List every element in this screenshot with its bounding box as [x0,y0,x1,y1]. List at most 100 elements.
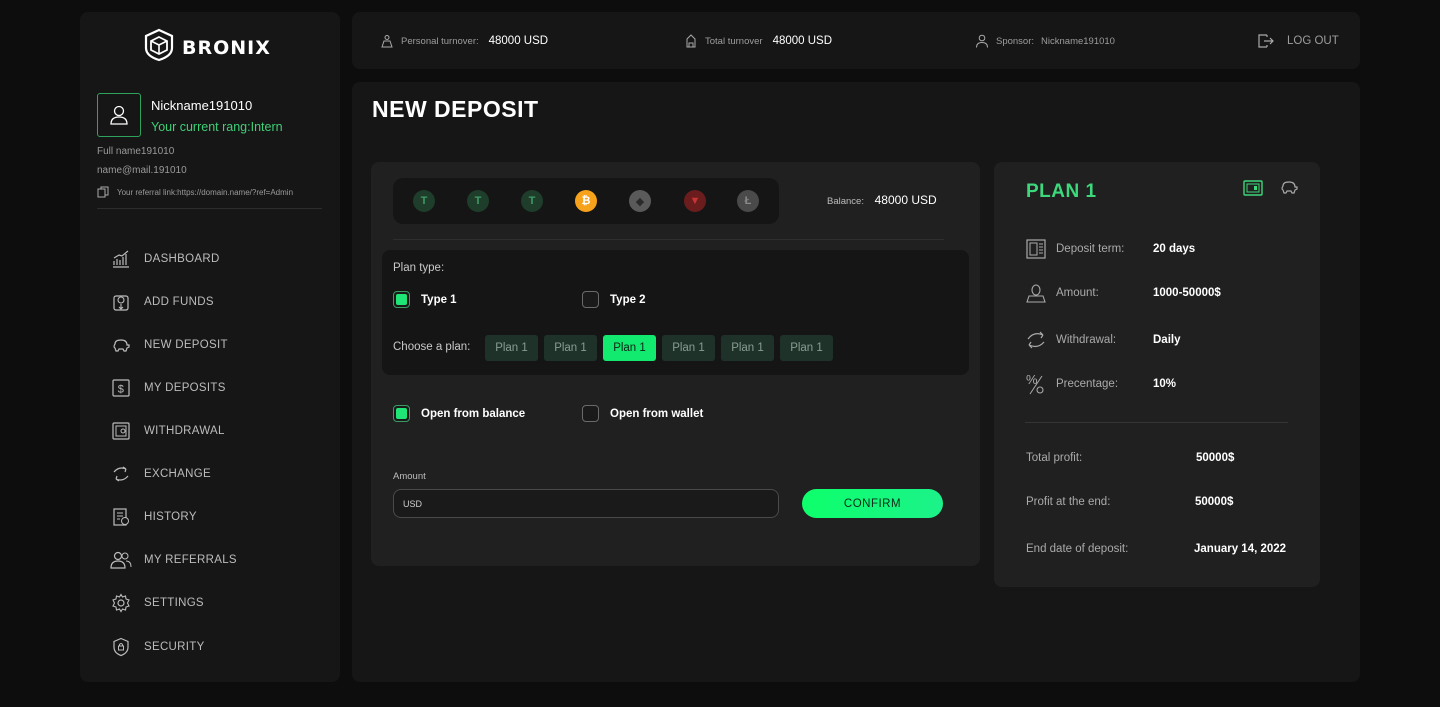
plan-title: PLAN 1 [1026,181,1097,202]
sponsor-label: Sponsor: [996,35,1035,47]
sidebar-item-dashboard[interactable]: DASHBOARD [110,248,220,270]
logout-button[interactable]: LOG OUT [1256,32,1339,50]
checkbox-unchecked[interactable] [582,291,599,308]
wallet-add-icon [110,291,132,313]
personal-turnover-label: Personal turnover: [401,35,479,47]
logo[interactable]: BRONIX [142,28,271,67]
sidebar-item-my-deposits[interactable]: $ MY DEPOSITS [110,377,226,399]
tether-erc-icon[interactable]: T [521,190,543,212]
total-profit-value: 50000$ [1196,452,1235,464]
page-title: NEW DEPOSIT [372,96,539,122]
type1-label: Type 1 [421,293,457,306]
user-icon [976,34,988,48]
balance-value: 48000 USD [874,193,937,207]
sidebar-item-label: DASHBOARD [144,253,220,265]
personal-turnover: Personal turnover: 48000 USD [380,34,548,48]
divider [1025,422,1288,423]
ethereum-icon[interactable]: ◆ [629,190,651,212]
tether-trc-icon[interactable]: T [467,190,489,212]
withdrawal-label: Withdrawal: [1056,334,1117,346]
users-icon [110,549,132,571]
sidebar-item-settings[interactable]: SETTINGS [110,592,204,614]
shield-icon [110,636,132,658]
open-from-balance-label: Open from balance [421,407,526,420]
copy-icon[interactable] [97,186,109,198]
sidebar-item-label: NEW DEPOSIT [144,339,228,351]
checkbox-unchecked[interactable] [582,405,599,422]
plan-button[interactable]: Plan 1 [721,335,774,361]
referral-link-text: Your referral link:https://domain.name/?… [117,187,294,197]
plan-button[interactable]: Plan 1 [780,335,833,361]
logout-label: LOG OUT [1287,35,1339,47]
total-turnover: Total turnover 48000 USD [684,34,832,48]
wallet-icon[interactable] [1243,179,1263,202]
percentage-row: % Precentage: 10% [1024,372,1176,396]
profile-nickname: Nickname191010 [151,98,253,113]
confirm-button[interactable]: CONFIRM [802,489,943,518]
deposit-term-value: 20 days [1153,243,1196,255]
chart-icon [110,248,132,270]
plan-button[interactable]: Plan 1 [544,335,597,361]
sidebar-item-label: MY DEPOSITS [144,382,226,394]
piggy-bank-icon[interactable] [1279,177,1299,202]
plan-details-card: PLAN 1 Deposit term: 20 days Amount: 100… [994,162,1320,587]
percentage-label: Precentage: [1056,378,1119,390]
end-date-value: January 14, 2022 [1194,543,1287,555]
total-turnover-value: 48000 USD [772,35,833,47]
plan-button-active[interactable]: Plan 1 [603,335,656,361]
type2-checkbox[interactable]: Type 2 [582,291,646,308]
amount-label: Amount [393,471,426,482]
withdrawal-row: Withdrawal: Daily [1024,328,1181,352]
sidebar: BRONIX Nickname191010 Your current rang:… [80,12,340,682]
sponsor: Sponsor: Nickname191010 [975,34,1115,48]
amount-row: Amount: 1000-50000$ [1024,281,1221,305]
type1-checkbox[interactable]: Type 1 [393,291,457,308]
sidebar-item-withdrawal[interactable]: WITHDRAWAL [110,420,225,442]
checkbox-checked[interactable] [393,405,410,422]
sidebar-item-add-funds[interactable]: ADD FUNDS [110,291,214,313]
referral-link[interactable]: Your referral link:https://domain.name/?… [97,186,293,198]
percent-icon: % [1024,372,1048,396]
sidebar-item-security[interactable]: SECURITY [110,636,205,658]
sidebar-item-label: MY REFERRALS [144,554,237,566]
withdrawal-value: Daily [1153,334,1181,346]
plan-type-label: Plan type: [393,262,445,274]
history-icon [110,506,132,528]
sidebar-item-label: SECURITY [144,641,205,653]
user-coins-icon [381,35,393,48]
sidebar-item-history[interactable]: HISTORY [110,506,197,528]
svg-text:$: $ [118,384,124,396]
dollar-icon: $ [110,377,132,399]
gear-icon [110,592,132,614]
sidebar-item-my-referrals[interactable]: MY REFERRALS [110,549,237,571]
amount-input[interactable] [393,489,779,518]
deposit-form-card: T T T ₿ ◆ ▼ Ł Balance: 48000 USD Plan ty… [371,162,980,566]
sidebar-item-label: WITHDRAWAL [144,425,225,437]
balance-label: Balance: [827,196,864,207]
open-from-wallet-label: Open from wallet [610,407,704,420]
total-turnover-label: Total turnover [705,35,763,47]
tether-icon[interactable]: T [413,190,435,212]
divider [393,239,944,240]
plan-button[interactable]: Plan 1 [662,335,715,361]
open-from-balance-checkbox[interactable]: Open from balance [393,405,525,422]
deposit-term-row: Deposit term: 20 days [1024,237,1195,261]
avatar[interactable] [97,93,141,137]
total-profit-label: Total profit: [1026,452,1083,464]
sidebar-item-new-deposit[interactable]: NEW DEPOSIT [110,334,228,356]
percentage-value: 10% [1153,378,1177,390]
profile-email: name@mail.191010 [97,165,187,176]
tron-icon[interactable]: ▼ [684,190,706,212]
sidebar-item-label: ADD FUNDS [144,296,214,308]
building-icon [686,34,696,48]
sidebar-item-exchange[interactable]: EXCHANGE [110,463,211,485]
calendar-icon [1024,237,1048,261]
litecoin-icon[interactable]: Ł [737,190,759,212]
user-icon [110,105,128,125]
open-from-wallet-checkbox[interactable]: Open from wallet [582,405,703,422]
plan-button[interactable]: Plan 1 [485,335,538,361]
brand-name: BRONIX [182,36,271,59]
profit-end-label: Profit at the end: [1026,496,1111,508]
checkbox-checked[interactable] [393,291,410,308]
bitcoin-icon[interactable]: ₿ [575,190,597,212]
